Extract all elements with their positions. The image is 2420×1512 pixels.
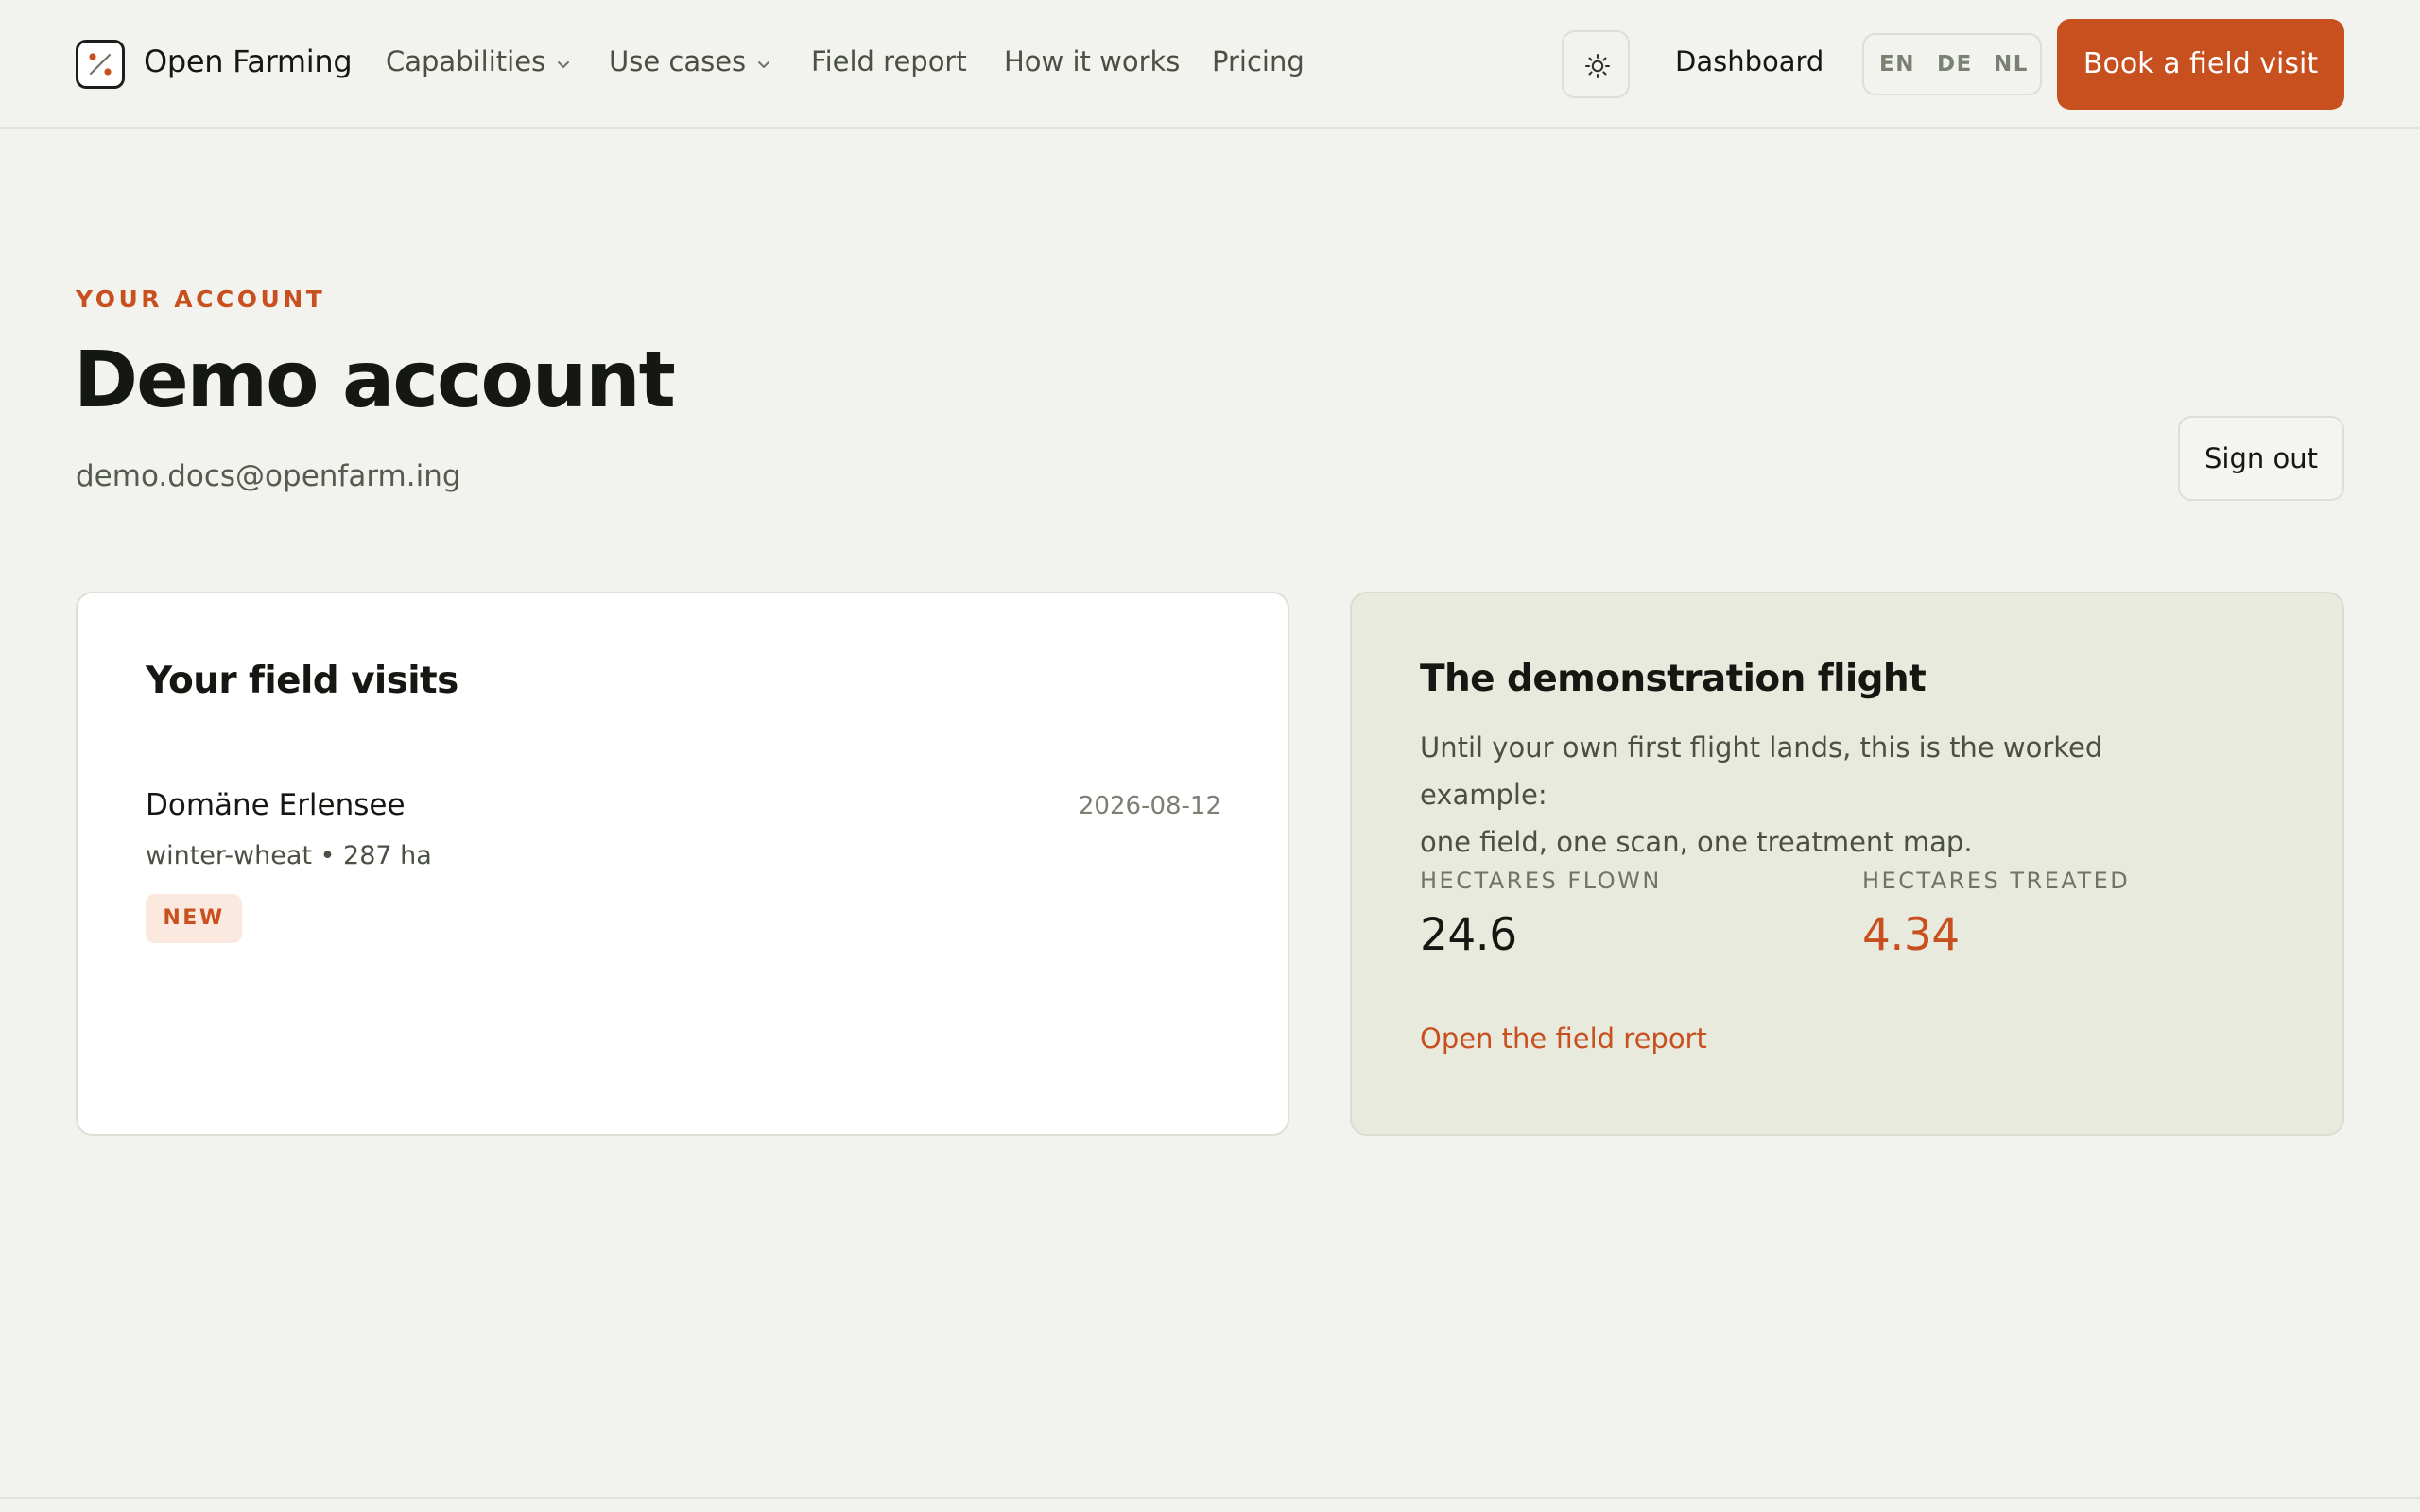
top-navigation: Open Farming Capabilities Use cases Fiel…: [0, 0, 2420, 129]
demo-title: The demonstration flight: [1420, 658, 1927, 700]
stat-label-flown: HECTARES FLOWN: [1420, 868, 1662, 894]
stat-value-flown: 24.6: [1420, 909, 1517, 961]
logo-mark: [89, 53, 112, 76]
sign-out-button[interactable]: Sign out: [2178, 416, 2344, 501]
brand-name[interactable]: Open Farming: [144, 43, 353, 79]
chevron-down-icon: [557, 44, 570, 77]
demonstration-flight-card: The demonstration flight Until your own …: [1350, 592, 2344, 1136]
lang-de[interactable]: DE: [1937, 52, 1973, 77]
open-field-report-link[interactable]: Open the field report: [1420, 1022, 1707, 1055]
lang-en[interactable]: EN: [1879, 52, 1915, 77]
visit-meta: winter-wheat • 287 ha: [146, 841, 432, 870]
demo-description-line: Until your own first flight lands, this …: [1420, 731, 2103, 811]
lang-nl[interactable]: NL: [1994, 52, 2029, 77]
dashboard-link[interactable]: Dashboard: [1675, 45, 1824, 77]
page-title: Demo account: [74, 335, 676, 425]
logo-icon[interactable]: [76, 40, 125, 89]
visit-name: Domäne Erlensee: [146, 788, 406, 822]
visit-date: 2026-08-12: [1078, 792, 1221, 820]
field-visits-title: Your field visits: [146, 660, 458, 702]
nav-field-report[interactable]: Field report: [811, 45, 967, 77]
footer-divider: [0, 1497, 2420, 1499]
demo-description: Until your own first flight lands, this …: [1420, 724, 2195, 866]
nav-use-cases-label: Use cases: [609, 45, 747, 77]
account-email: demo.docs@openfarm.ing: [76, 459, 461, 493]
nav-use-cases[interactable]: Use cases: [609, 45, 770, 79]
status-badge: NEW: [146, 894, 242, 943]
nav-pricing[interactable]: Pricing: [1212, 45, 1305, 77]
language-switcher: EN DE NL: [1862, 33, 2042, 95]
stat-label-treated: HECTARES TREATED: [1862, 868, 2131, 894]
book-field-visit-button[interactable]: Book a field visit: [2057, 19, 2344, 110]
nav-capabilities-label: Capabilities: [386, 45, 546, 77]
nav-capabilities[interactable]: Capabilities: [386, 45, 570, 79]
chevron-down-icon: [757, 44, 770, 77]
theme-toggle-button[interactable]: [1562, 30, 1630, 98]
sun-icon: [1585, 54, 1610, 78]
nav-how-it-works[interactable]: How it works: [1004, 45, 1180, 77]
stat-value-treated: 4.34: [1862, 909, 1960, 961]
field-visits-card: Your field visits Domäne Erlensee 2026-0…: [76, 592, 1289, 1136]
demo-description-line: one field, one scan, one treatment map.: [1420, 826, 1973, 858]
section-eyebrow: YOUR ACCOUNT: [76, 285, 326, 313]
